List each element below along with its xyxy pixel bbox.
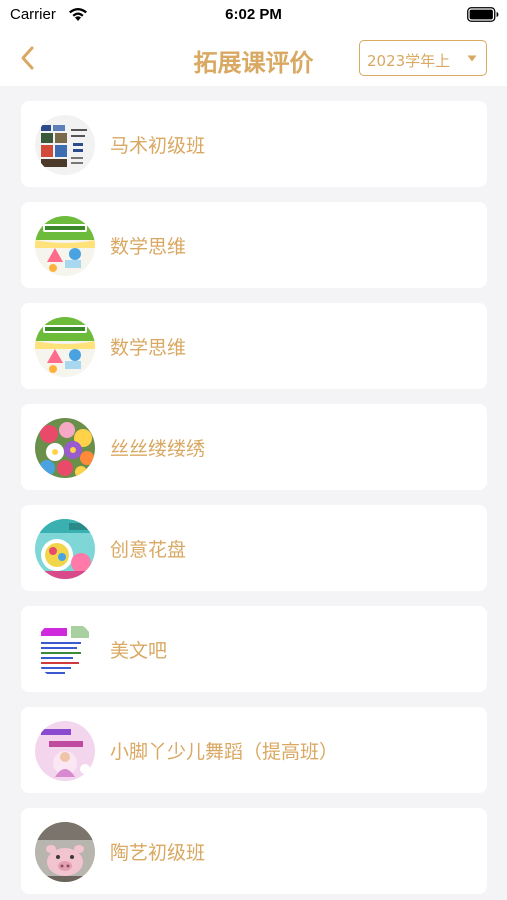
course-card[interactable]: 数学思维 bbox=[21, 303, 487, 389]
math-thinking-thumbnail bbox=[35, 317, 95, 377]
embroidery-thumbnail bbox=[35, 418, 95, 478]
kids-dance-thumbnail bbox=[35, 721, 95, 781]
course-list[interactable]: 马术初级班 数学思维 数学思维 丝丝缕缕绣 创意花盘 美文吧 小脚丫少儿舞蹈（提… bbox=[0, 86, 507, 900]
caret-down-icon bbox=[467, 55, 477, 62]
course-card[interactable]: 美文吧 bbox=[21, 606, 487, 692]
course-card[interactable]: 创意花盘 bbox=[21, 505, 487, 591]
course-name: 创意花盘 bbox=[110, 539, 187, 561]
battery-icon bbox=[467, 7, 499, 22]
course-name: 美文吧 bbox=[110, 640, 168, 662]
course-card[interactable]: 小脚丫少儿舞蹈（提高班） bbox=[21, 707, 487, 793]
math-thinking-thumbnail bbox=[35, 216, 95, 276]
flower-plate-thumbnail bbox=[35, 519, 95, 579]
term-dropdown[interactable]: 2023学年上 bbox=[359, 40, 487, 76]
course-card[interactable]: 数学思维 bbox=[21, 202, 487, 288]
course-name: 丝丝缕缕绣 bbox=[110, 438, 206, 460]
course-name: 数学思维 bbox=[110, 337, 187, 359]
essay-club-thumbnail bbox=[35, 620, 95, 680]
course-card[interactable]: 陶艺初级班 bbox=[21, 808, 487, 894]
course-name: 数学思维 bbox=[110, 236, 187, 258]
navigation-bar: 拓展课评价 2023学年上 bbox=[0, 30, 507, 86]
course-name: 小脚丫少儿舞蹈（提高班） bbox=[110, 741, 339, 763]
course-name: 陶艺初级班 bbox=[110, 842, 206, 864]
clock: 6:02 PM bbox=[225, 6, 282, 23]
course-name: 马术初级班 bbox=[110, 135, 206, 157]
status-bar: Carrier 6:02 PM bbox=[0, 0, 507, 30]
horse-riding-thumbnail bbox=[35, 115, 95, 175]
course-card[interactable]: 马术初级班 bbox=[21, 101, 487, 187]
term-dropdown-value: 2023学年上 bbox=[367, 52, 451, 70]
course-card[interactable]: 丝丝缕缕绣 bbox=[21, 404, 487, 490]
pottery-thumbnail bbox=[35, 822, 95, 882]
